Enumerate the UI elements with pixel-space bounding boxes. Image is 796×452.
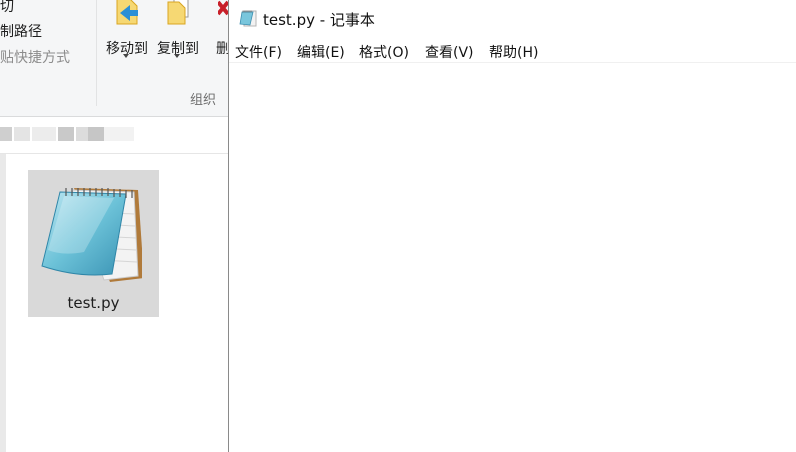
copy-to-icon [167,0,189,25]
address-bar[interactable] [0,117,228,154]
menu-help[interactable]: 帮助(H) [489,42,538,62]
address-segment [32,127,56,141]
chevron-down-icon [123,54,129,58]
move-to-button[interactable]: 移动到 [100,0,150,66]
file-name-label: test.py [67,294,120,312]
paste-shortcut-button[interactable]: 粘贴快捷方式 [0,47,70,67]
cut-button[interactable]: 剪切 [0,0,14,16]
address-segment [76,127,88,141]
notepad-window: test.py - 记事本 文件(F) 编辑(E) 格式(O) 查看(V) 帮助… [228,0,796,452]
nav-pane-edge [0,154,6,452]
address-segment [14,127,30,141]
explorer-window: 剪切 复制路径 粘贴快捷方式 移动到 复制到 删 组织 [0,0,228,452]
copy-to-button[interactable]: 复制到 [151,0,201,66]
ribbon-separator [96,0,97,106]
notepad-file-icon [41,188,142,282]
delete-icon [218,0,228,16]
move-to-icon [116,0,138,25]
window-title: test.py - 记事本 [263,11,375,29]
explorer-ribbon: 剪切 复制路径 粘贴快捷方式 移动到 复制到 删 组织 [0,0,228,117]
chevron-down-icon [174,54,180,58]
address-segment [104,127,134,141]
menu-format[interactable]: 格式(O) [359,42,409,62]
organize-group-label: 组织 [190,93,217,108]
copy-path-button[interactable]: 复制路径 [0,21,42,41]
address-segment [0,127,12,141]
address-segment [58,127,74,141]
notepad-titlebar[interactable]: test.py - 记事本 [229,0,796,36]
text-editor-area[interactable] [229,63,796,452]
menu-view[interactable]: 查看(V) [425,42,474,62]
notepad-icon [239,10,257,27]
menu-bar: 文件(F) 编辑(E) 格式(O) 查看(V) 帮助(H) [229,38,796,63]
address-segment [88,127,104,141]
delete-button[interactable]: 删 [216,38,228,58]
file-list-pane: test.py [0,154,228,452]
menu-edit[interactable]: 编辑(E) [297,42,345,62]
file-item-test-py[interactable]: test.py [28,170,159,317]
menu-file[interactable]: 文件(F) [235,42,282,62]
